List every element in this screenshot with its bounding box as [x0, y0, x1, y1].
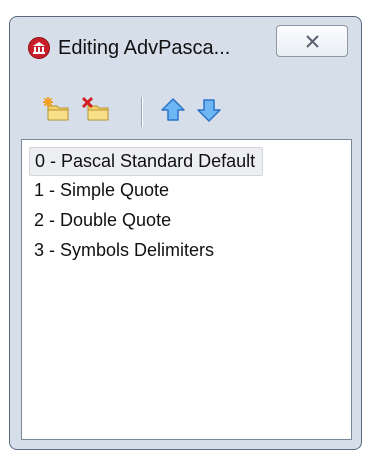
title-bar[interactable]: Editing AdvPasca...: [10, 17, 361, 73]
window-title: Editing AdvPasca...: [58, 37, 231, 59]
list-item[interactable]: 1 - Simple Quote: [29, 176, 176, 205]
arrow-up-icon: [161, 98, 185, 121]
editor-window: Editing AdvPasca... 0 - Pascal Standard …: [9, 16, 362, 450]
move-up-button[interactable]: [158, 95, 188, 125]
list-item[interactable]: 0 - Pascal Standard Default: [29, 147, 264, 176]
scheme-list[interactable]: 0 - Pascal Standard Default 1 - Simple Q…: [21, 139, 352, 440]
list-item[interactable]: 3 - Symbols Delimiters: [29, 236, 221, 265]
list-item[interactable]: 2 - Double Quote: [29, 206, 178, 235]
close-button[interactable]: [276, 25, 348, 57]
delete-folder-x-icon: [81, 96, 109, 121]
new-item-button[interactable]: [41, 95, 71, 125]
toolbar: [21, 89, 350, 132]
move-down-button[interactable]: [194, 95, 224, 125]
new-folder-star-icon: [43, 97, 69, 121]
delete-item-button[interactable]: [81, 95, 111, 125]
toolbar-separator: [141, 97, 143, 127]
arrow-down-icon: [197, 99, 221, 122]
app-icon: [28, 37, 50, 59]
close-icon: [306, 35, 319, 48]
